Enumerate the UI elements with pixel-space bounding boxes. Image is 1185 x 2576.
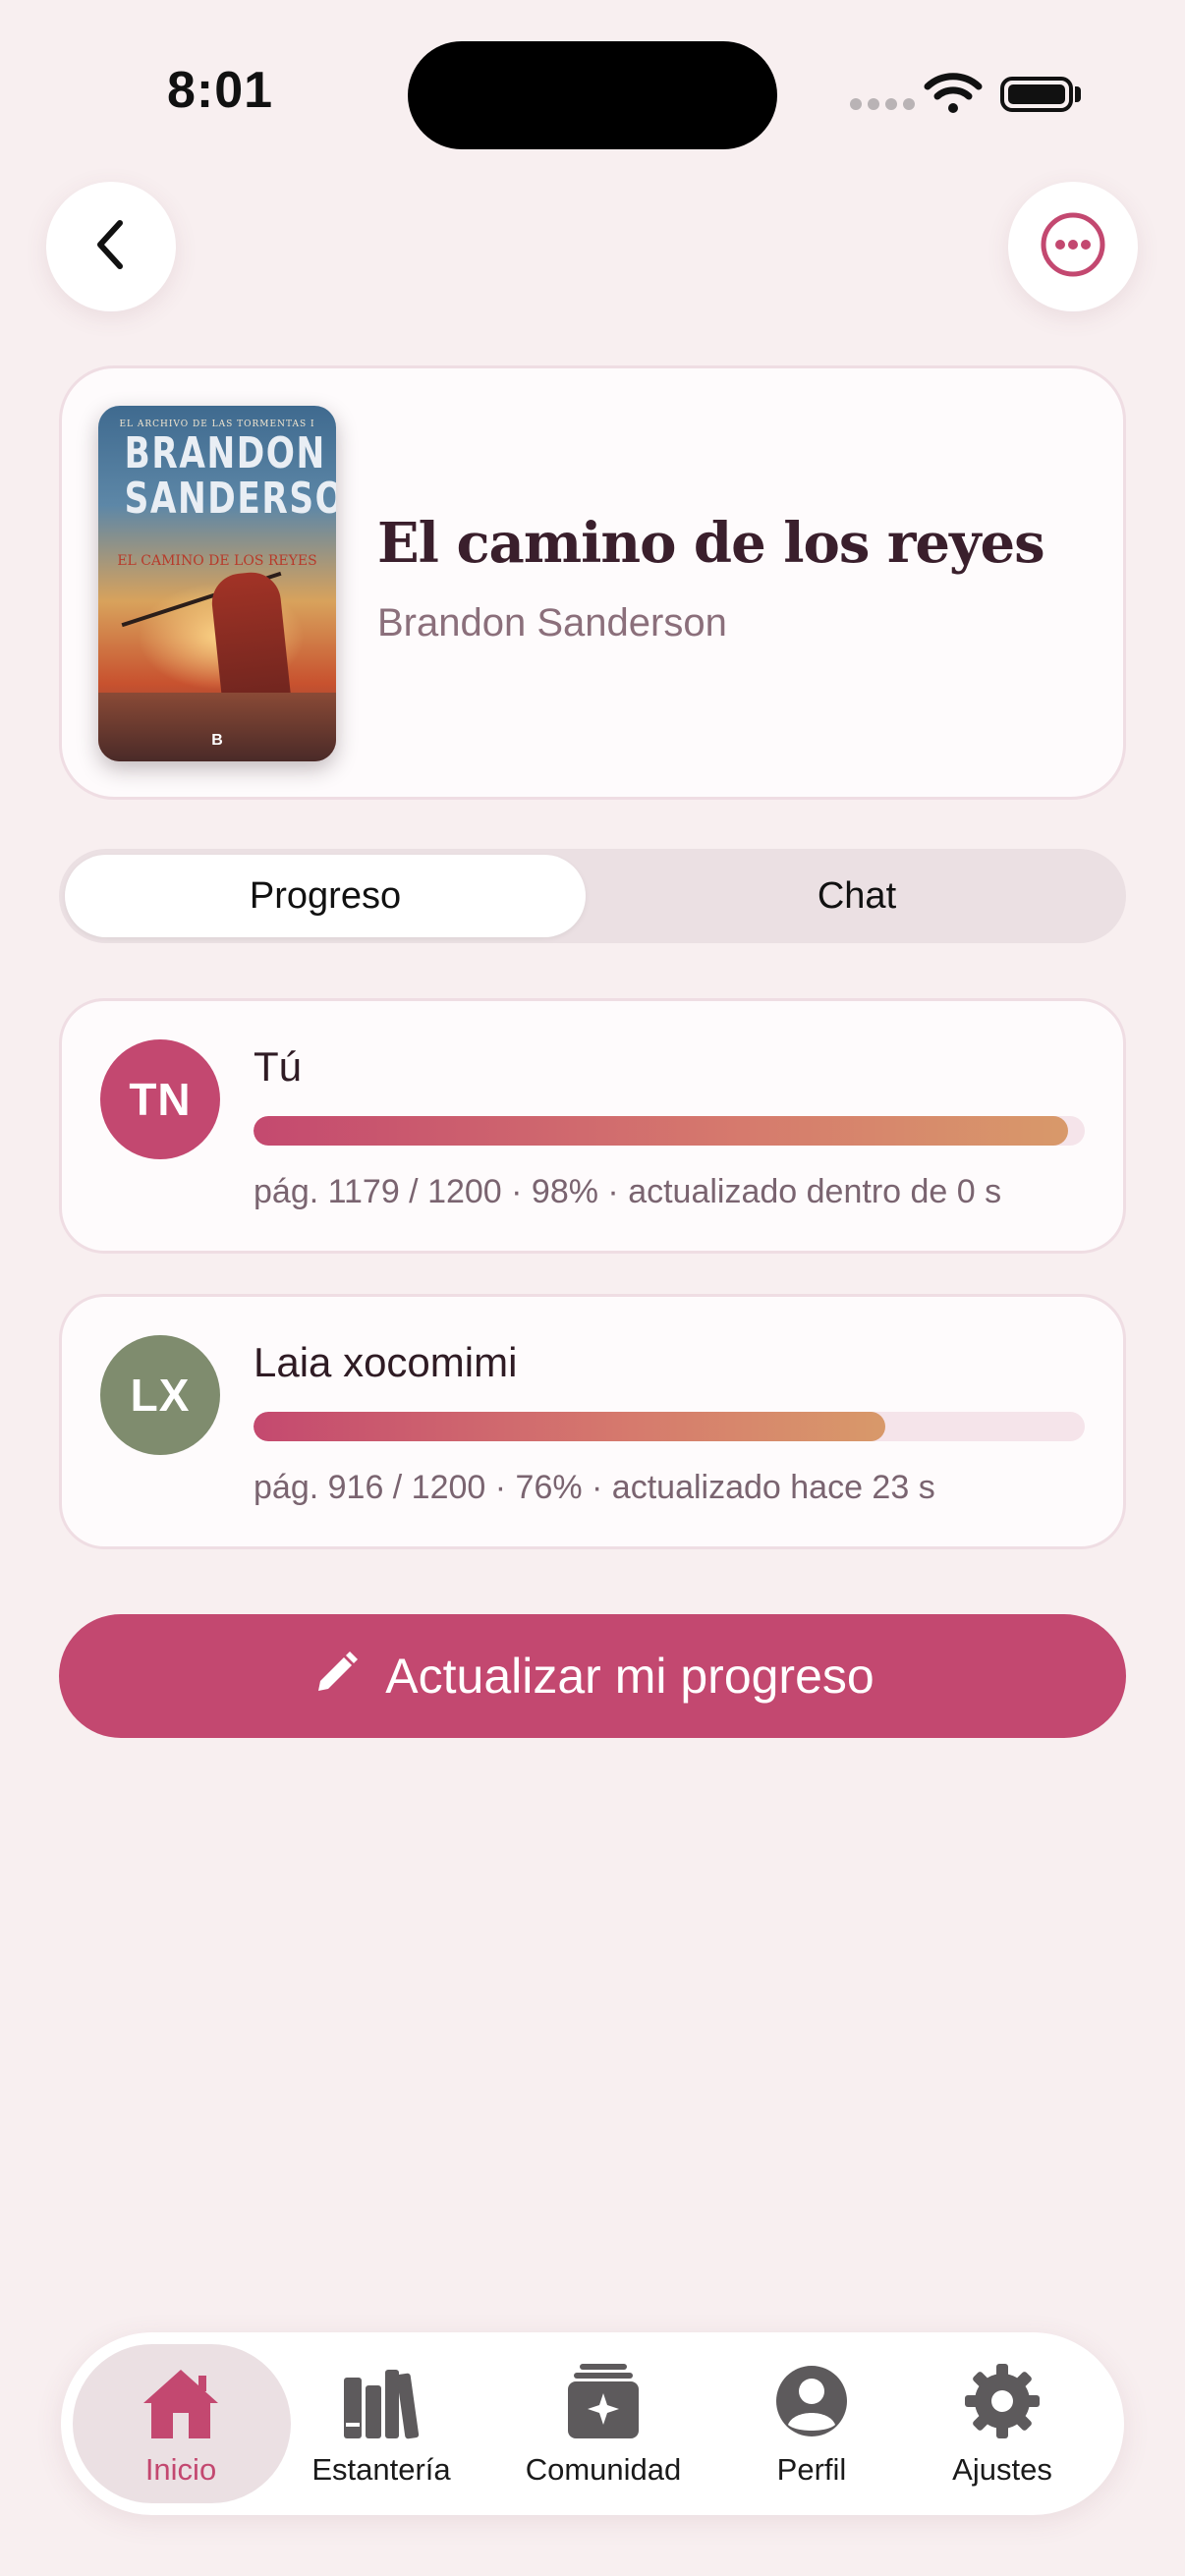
gear-icon xyxy=(963,2358,1042,2440)
progress-bar xyxy=(254,1116,1085,1146)
avatar: TN xyxy=(100,1039,220,1159)
book-author: Brandon Sanderson xyxy=(377,601,727,644)
person-icon xyxy=(772,2358,851,2440)
dynamic-island xyxy=(408,41,777,149)
tab-label: Ajustes xyxy=(952,2452,1052,2487)
reader-name: Tú xyxy=(254,1043,303,1090)
tab-ajustes[interactable]: Ajustes xyxy=(904,2358,1100,2495)
tab-estanteria[interactable]: Estantería xyxy=(283,2358,480,2495)
progress-meta: pág. 1179 / 1200 · 98% · actualizado den… xyxy=(254,1173,1002,1210)
home-icon xyxy=(140,2358,222,2440)
tab-label: Comunidad xyxy=(525,2452,682,2487)
status-time: 8:01 xyxy=(167,62,274,119)
book-cover-image: EL ARCHIVO DE LAS TORMENTAS I BRANDON SA… xyxy=(98,406,336,761)
tab-progreso[interactable]: Progreso xyxy=(65,855,586,937)
progress-meta: pág. 916 / 1200 · 76% · actualizado hace… xyxy=(254,1469,935,1506)
cellular-signal-icon xyxy=(850,98,915,110)
update-progress-label: Actualizar mi progreso xyxy=(385,1649,875,1704)
pencil-icon xyxy=(310,1650,360,1704)
update-progress-button[interactable]: Actualizar mi progreso xyxy=(59,1614,1126,1738)
community-icon xyxy=(562,2358,645,2440)
book-title: El camino de los reyes xyxy=(377,511,1045,576)
cover-publisher-logo: B xyxy=(211,732,223,749)
tab-chat[interactable]: Chat xyxy=(593,855,1120,937)
wifi-icon xyxy=(924,71,983,119)
avatar: LX xyxy=(100,1335,220,1455)
progress-bar xyxy=(254,1412,1085,1441)
chevron-left-icon xyxy=(86,215,136,279)
tab-label: Inicio xyxy=(144,2452,217,2487)
tab-inicio[interactable]: Inicio xyxy=(83,2358,279,2495)
reader-name: Laia xocomimi xyxy=(254,1339,518,1385)
battery-cap xyxy=(1075,86,1081,102)
tab-comunidad[interactable]: Comunidad xyxy=(505,2358,702,2495)
books-icon xyxy=(340,2358,423,2440)
cover-title: EL CAMINO DE LOS REYES xyxy=(117,553,317,569)
tab-label: Perfil xyxy=(776,2452,847,2487)
tab-label: Estantería xyxy=(311,2452,451,2487)
more-options-button[interactable] xyxy=(1008,182,1138,311)
battery-icon xyxy=(1000,77,1073,112)
back-button[interactable] xyxy=(46,182,176,311)
ellipsis-circle-icon xyxy=(1039,210,1107,284)
tab-perfil[interactable]: Perfil xyxy=(713,2358,910,2495)
cover-author: BRANDON SANDERSON xyxy=(124,428,336,524)
